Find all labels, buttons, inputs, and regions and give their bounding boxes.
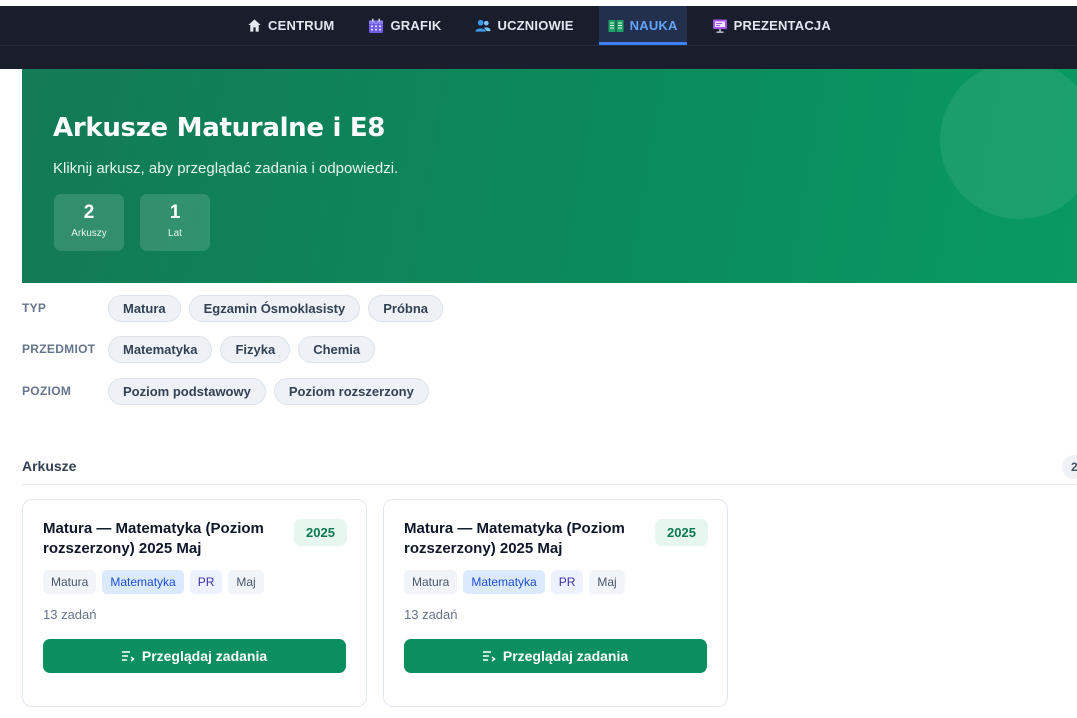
divider: [22, 484, 1077, 485]
page-title: Arkusze Maturalne i E8: [53, 113, 386, 143]
nav-item-prezentacja[interactable]: PREZENTACJA: [703, 6, 840, 45]
nav-label: GRAFIK: [390, 18, 442, 33]
tag-level: PR: [189, 570, 223, 594]
tag-subject: Matematyka: [463, 570, 545, 594]
button-label: Przeglądaj zadania: [502, 648, 629, 664]
year-badge: 2025: [655, 519, 708, 546]
nav-label: CENTRUM: [268, 18, 335, 33]
chip-chemia[interactable]: Chemia: [298, 335, 376, 363]
nav-item-centrum[interactable]: CENTRUM: [237, 6, 343, 45]
list-icon: [482, 650, 496, 662]
sheet-card[interactable]: Matura — Matematyka (Poziom rozszerzony)…: [22, 499, 367, 707]
filter-poziom: POZIOM Poziom podstawowy Poziom rozszerz…: [22, 377, 437, 405]
filter-label: TYP: [22, 301, 47, 315]
page-subtitle: Kliknij arkusz, aby przeglądać zadania i…: [53, 160, 399, 177]
nav-subbar: [0, 45, 1077, 69]
top-navigation: CENTRUM GRAFIK UCZNIOWIE NAUKA PREZENTAC…: [0, 0, 1077, 69]
stat-lat: 1 Lat: [140, 194, 210, 251]
card-title: Matura — Matematyka (Poziom rozszerzony)…: [404, 520, 625, 557]
task-count: 13 zadań: [43, 607, 97, 622]
tag-level: PR: [550, 570, 584, 594]
calendar-icon: [368, 18, 384, 34]
chip-egzamin-osmoklasisty[interactable]: Egzamin Ósmoklasisty: [188, 294, 361, 322]
nav-label: UCZNIOWIE: [497, 18, 574, 33]
chip-poziom-rozszerzony[interactable]: Poziom rozszerzony: [273, 377, 429, 405]
chip-poziom-podstawowy[interactable]: Poziom podstawowy: [108, 377, 266, 405]
nav-item-grafik[interactable]: GRAFIK: [359, 6, 450, 45]
chip-probna[interactable]: Próbna: [368, 294, 444, 322]
tag-list: Matura Matematyka PR Maj: [43, 570, 264, 594]
tag-session: Maj: [228, 570, 264, 594]
tag-subject: Matematyka: [102, 570, 184, 594]
chip-matematyka[interactable]: Matematyka: [108, 335, 213, 363]
card-title: Matura — Matematyka (Poziom rozszerzony)…: [43, 520, 264, 557]
browse-tasks-button[interactable]: Przeglądaj zadania: [404, 639, 707, 673]
count-badge: 2: [1062, 455, 1077, 479]
list-icon: [121, 650, 135, 662]
section-title: Arkusze: [22, 458, 77, 474]
tag-type: Matura: [404, 570, 458, 594]
nav-label: PREZENTACJA: [733, 18, 831, 33]
users-icon: [475, 18, 492, 34]
tag-type: Matura: [43, 570, 97, 594]
stat-arkuszy: 2 Arkuszy: [54, 194, 124, 251]
button-label: Przeglądaj zadania: [141, 648, 268, 664]
nav-label: NAUKA: [629, 18, 678, 33]
filter-typ: TYP Matura Egzamin Ósmoklasisty Próbna: [22, 294, 451, 322]
tag-session: Maj: [589, 570, 625, 594]
main-nav: CENTRUM GRAFIK UCZNIOWIE NAUKA PREZENTAC…: [0, 6, 1077, 45]
filter-label: POZIOM: [22, 384, 72, 398]
stat-value: 1: [169, 202, 181, 223]
tag-list: Matura Matematyka PR Maj: [404, 570, 625, 594]
filter-label: PRZEDMIOT: [22, 342, 96, 356]
stat-label: Arkuszy: [71, 228, 107, 239]
sheet-card[interactable]: Matura — Matematyka (Poziom rozszerzony)…: [383, 499, 728, 707]
year-badge: 2025: [294, 519, 347, 546]
filter-przedmiot: PRZEDMIOT Matematyka Fizyka Chemia: [22, 335, 383, 363]
chip-matura[interactable]: Matura: [108, 294, 181, 322]
stat-label: Lat: [168, 228, 182, 239]
hero-banner: Arkusze Maturalne i E8 Kliknij arkusz, a…: [22, 69, 1077, 283]
presentation-icon: [712, 18, 728, 34]
stat-value: 2: [83, 202, 95, 223]
task-count: 13 zadań: [404, 607, 458, 622]
home-icon: [246, 18, 262, 34]
decorative-circle: [940, 69, 1077, 219]
book-icon: [608, 18, 624, 34]
browse-tasks-button[interactable]: Przeglądaj zadania: [43, 639, 346, 673]
nav-item-nauka[interactable]: NAUKA: [598, 6, 687, 45]
chip-fizyka[interactable]: Fizyka: [220, 335, 291, 363]
nav-item-uczniowie[interactable]: UCZNIOWIE: [466, 6, 582, 45]
